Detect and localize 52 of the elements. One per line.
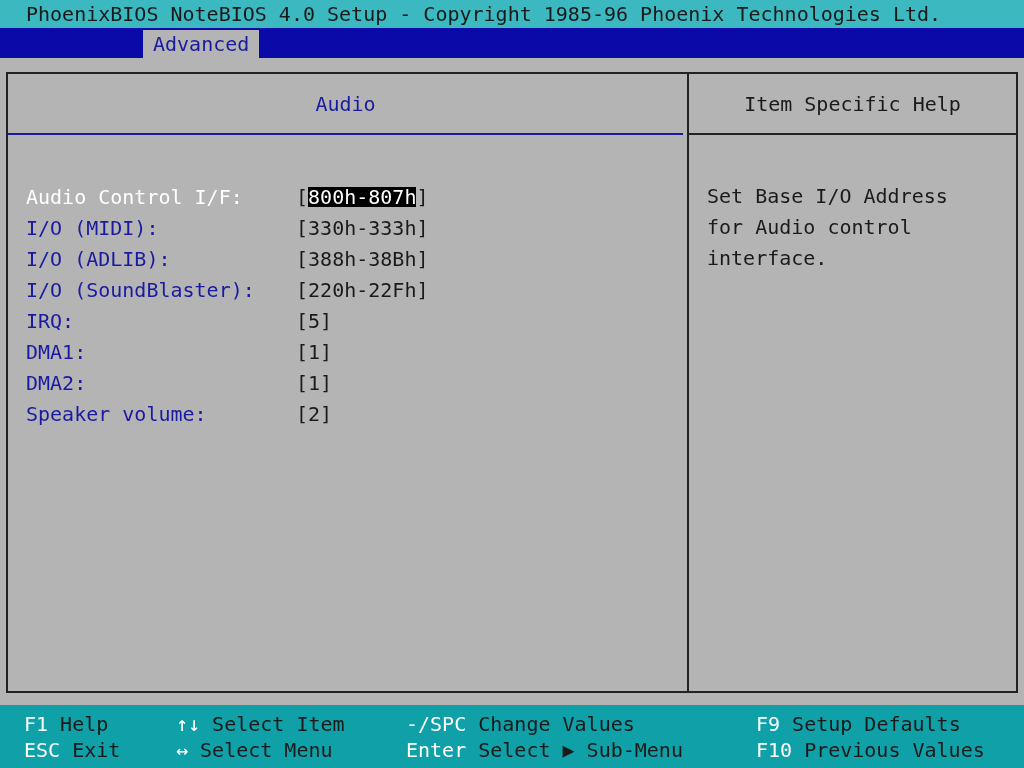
setting-label[interactable]: I/O (SoundBlaster): bbox=[26, 279, 296, 300]
bracket: ] bbox=[416, 186, 429, 207]
menu-tab[interactable]: Advanced bbox=[143, 30, 260, 58]
setting-value[interactable]: 388h-38Bh bbox=[308, 248, 417, 269]
setting-label[interactable]: IRQ: bbox=[26, 310, 296, 331]
bracket: [ bbox=[296, 248, 309, 269]
setting-value[interactable]: 2 bbox=[308, 403, 321, 424]
setting-value[interactable]: 220h-22Fh bbox=[308, 279, 417, 300]
setting-label[interactable]: DMA1: bbox=[26, 341, 296, 362]
key-name: F9 bbox=[756, 713, 781, 734]
key-action: Select Item bbox=[212, 713, 345, 734]
bracket: [ bbox=[296, 372, 309, 393]
key-name: -/SPC bbox=[406, 713, 467, 734]
bracket: ] bbox=[416, 217, 429, 238]
bracket: [ bbox=[296, 279, 309, 300]
key-action: Help bbox=[60, 713, 109, 734]
key-name: F1 bbox=[24, 713, 49, 734]
setting-label[interactable]: Speaker volume: bbox=[26, 403, 296, 424]
key-action: Change Values bbox=[478, 713, 635, 734]
key-name: ESC bbox=[24, 739, 61, 760]
key-action: Setup Defaults bbox=[792, 713, 961, 734]
bracket: ] bbox=[320, 310, 333, 331]
setting-value[interactable]: 800h-807h bbox=[308, 186, 417, 207]
bracket: ] bbox=[416, 279, 429, 300]
setting-value[interactable]: 5 bbox=[308, 310, 321, 331]
title-bar: PhoenixBIOS NoteBIOS 4.0 Setup - Copyright 1985-96 Phoenix Technologies Ltd. bbox=[0, 0, 1024, 28]
setting-label[interactable]: I/O (MIDI): bbox=[26, 217, 296, 238]
key-name: F10 bbox=[756, 739, 793, 760]
key-action: Select Menu bbox=[200, 739, 333, 760]
bracket: ] bbox=[320, 341, 333, 362]
key-name: ↔ bbox=[176, 739, 189, 760]
key-name: ↑↓ bbox=[176, 713, 201, 734]
bracket: [ bbox=[296, 217, 309, 238]
bracket: ] bbox=[320, 372, 333, 393]
key-action: Previous Values bbox=[804, 739, 985, 760]
bracket: ] bbox=[416, 248, 429, 269]
panel-title: Audio bbox=[315, 93, 376, 114]
setting-value[interactable]: 1 bbox=[308, 341, 321, 362]
setting-label[interactable]: I/O (ADLIB): bbox=[26, 248, 296, 269]
setting-value[interactable]: 330h-333h bbox=[308, 217, 417, 238]
key-action: Exit bbox=[72, 739, 121, 760]
key-action: Select ▶ Sub-Menu bbox=[478, 739, 683, 760]
bracket: ] bbox=[320, 403, 333, 424]
setting-value[interactable]: 1 bbox=[308, 372, 321, 393]
bracket: [ bbox=[296, 403, 309, 424]
bracket: [ bbox=[296, 186, 309, 207]
setting-label[interactable]: DMA2: bbox=[26, 372, 296, 393]
key-name: Enter bbox=[406, 739, 467, 760]
help-title: Item Specific Help bbox=[744, 93, 961, 114]
bracket: [ bbox=[296, 341, 309, 362]
bracket: [ bbox=[296, 310, 309, 331]
help-text: Set Base I/O Address for Audio control interface. bbox=[707, 183, 949, 272]
